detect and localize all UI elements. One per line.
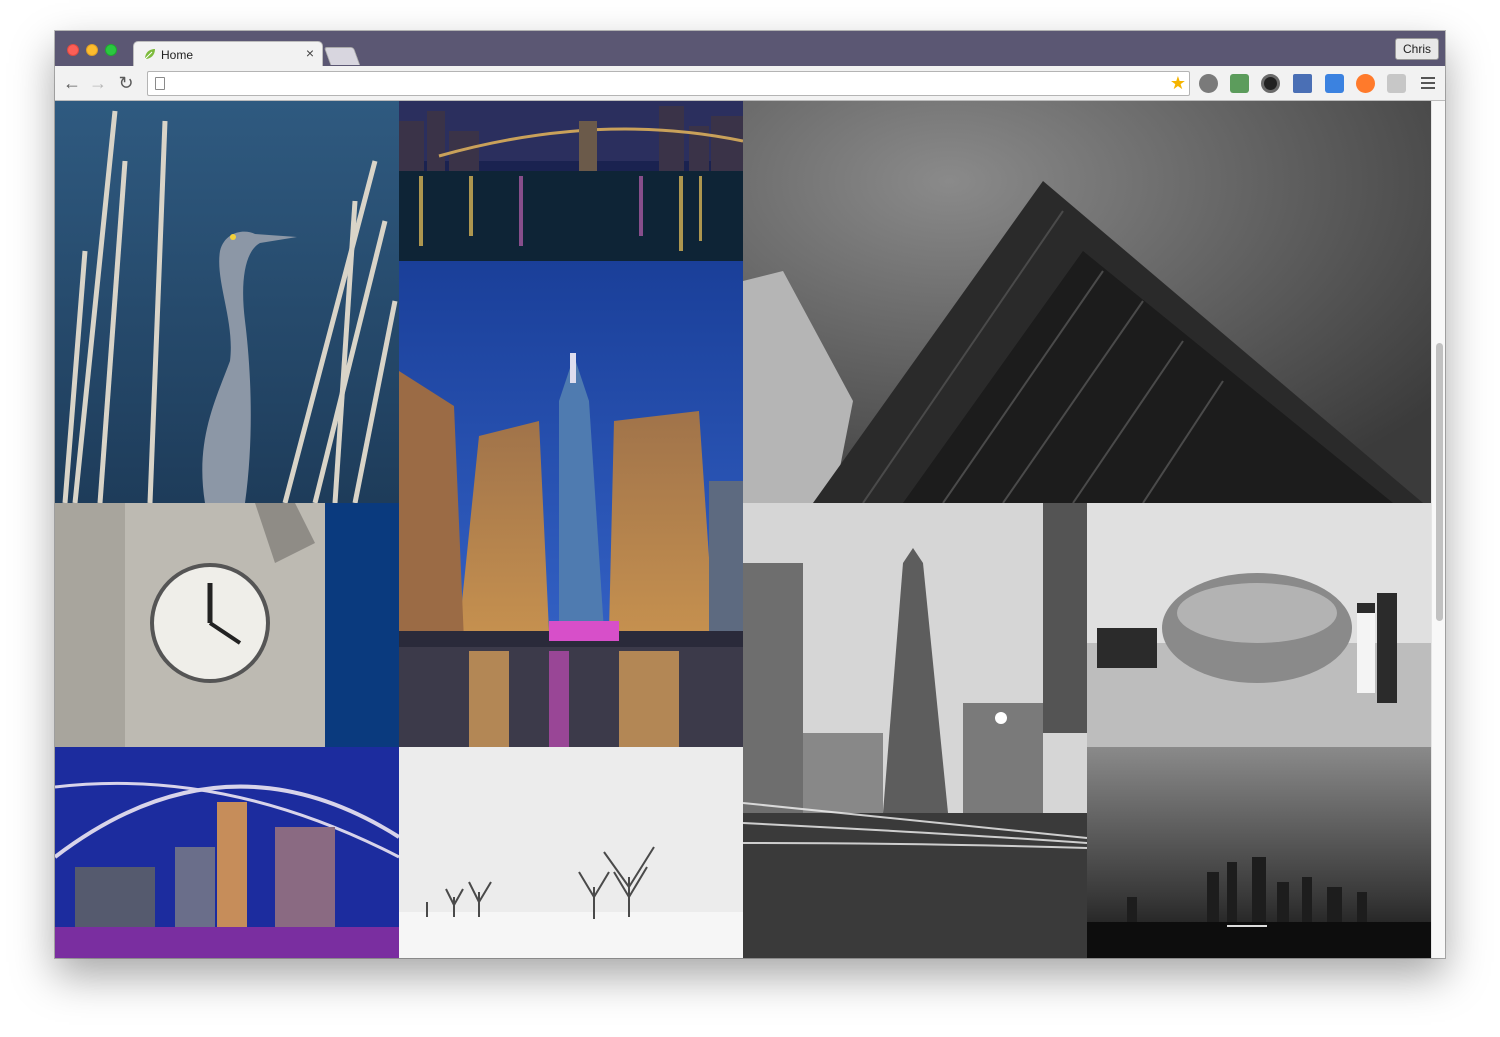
heron-photo[interactable] <box>55 101 399 503</box>
tab-close-icon[interactable]: × <box>306 45 314 61</box>
photo-gallery <box>55 101 1445 958</box>
new-tab-button[interactable] <box>323 47 361 65</box>
world-trade-center-photo[interactable] <box>399 261 743 747</box>
vertical-scrollbar[interactable] <box>1431 101 1445 958</box>
maximize-window-button[interactable] <box>105 44 117 56</box>
forward-arrow-icon[interactable]: → <box>87 72 109 94</box>
clock-tower-photo[interactable] <box>55 503 399 747</box>
bookmark-star-icon[interactable]: ★ <box>1170 72 1186 95</box>
snow-trees-photo[interactable] <box>399 747 743 958</box>
title-bar: Home × Chris <box>55 31 1445 67</box>
sync-icon[interactable] <box>1199 74 1218 93</box>
scrollbar-thumb[interactable] <box>1436 343 1443 621</box>
cloud-gate-wedding-photo[interactable] <box>1087 503 1431 747</box>
js-extension-icon[interactable] <box>1230 74 1249 93</box>
close-window-button[interactable] <box>67 44 79 56</box>
skyscraper-bw-photo[interactable] <box>743 101 1431 503</box>
flatiron-building-photo[interactable] <box>743 503 1087 958</box>
page-icon <box>155 77 165 90</box>
tab-title: Home <box>161 48 194 62</box>
menu-icon[interactable] <box>1421 77 1435 92</box>
chat-extension-icon[interactable] <box>1387 74 1406 93</box>
leaf-favicon-icon <box>144 49 155 60</box>
reload-icon[interactable]: ↻ <box>115 72 137 94</box>
calendar-extension-icon[interactable] <box>1293 74 1312 93</box>
profile-button[interactable]: Chris <box>1394 38 1439 60</box>
orange-extension-icon[interactable] <box>1356 74 1375 93</box>
brooklyn-bridge-photo[interactable] <box>399 101 743 261</box>
back-arrow-icon[interactable]: ← <box>61 72 83 94</box>
lens-extension-icon[interactable] <box>1261 74 1280 93</box>
browser-window: Home × Chris ← → ↻ ★ <box>55 31 1445 958</box>
toolbar: ← → ↻ ★ <box>55 66 1445 101</box>
minimize-window-button[interactable] <box>86 44 98 56</box>
tab-home[interactable]: Home × <box>133 41 323 67</box>
blue-extension-icon[interactable] <box>1325 74 1344 93</box>
skyline-bw-photo[interactable] <box>1087 747 1431 958</box>
address-bar[interactable]: ★ <box>147 71 1190 96</box>
pavilion-night-photo[interactable] <box>55 747 399 958</box>
